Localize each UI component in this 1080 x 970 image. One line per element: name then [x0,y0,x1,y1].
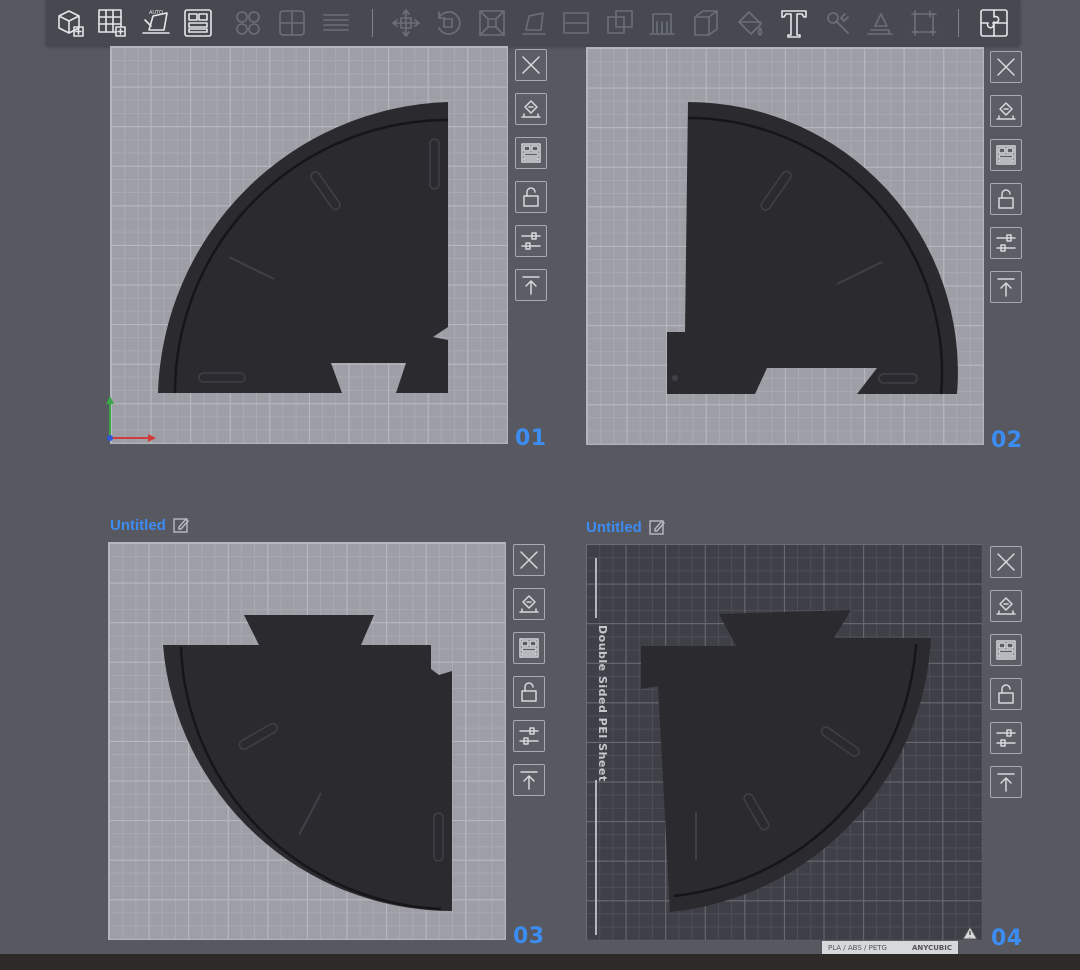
stack-disabled-icon[interactable] [318,5,354,41]
lock-plate-icon[interactable] [513,676,545,708]
box-icon[interactable] [688,5,724,41]
paint-icon[interactable] [732,5,768,41]
arrange-plate-icon[interactable] [990,139,1022,171]
plate-name-label: Untitled [586,518,642,536]
measure-icon[interactable] [906,5,942,41]
model-part[interactable] [109,543,505,939]
move-to-top-icon[interactable] [513,764,545,796]
support-icon[interactable] [644,5,680,41]
build-plate-1[interactable] [110,46,508,444]
plate-name-label: Untitled [110,516,166,534]
svg-text:AUTO: AUTO [149,10,163,16]
brand-label: ANYCUBIC [912,943,952,952]
arrange-disabled-icon[interactable] [230,5,266,41]
plate-number: 04 [991,926,1023,951]
top-toolbar: AUTO [46,0,1020,46]
material-label: PLA / ABS / PETG [828,943,887,952]
merge-icon[interactable] [602,5,638,41]
close-plate-icon[interactable] [990,51,1022,83]
text-tool-icon[interactable] [776,5,812,41]
plate-settings-icon[interactable] [513,720,545,752]
sheet-label: Double Sided PEI Sheet [596,625,609,782]
sheet-rule [595,780,597,935]
plate-settings-icon[interactable] [990,227,1022,259]
close-plate-icon[interactable] [990,546,1022,578]
plate-settings-icon[interactable] [990,722,1022,754]
model-part[interactable] [111,47,507,443]
toolbar-divider [958,9,959,37]
toolbar-divider [372,9,373,37]
arrange-plate-icon[interactable] [515,137,547,169]
lock-plate-icon[interactable] [990,183,1022,215]
auto-arrange-icon[interactable]: AUTO [138,5,174,41]
sheet-badge: PLA / ABS / PETG ANYCUBIC [822,941,958,954]
edit-name-icon[interactable] [648,518,666,536]
arrange-plate-icon[interactable] [513,632,545,664]
lock-plate-icon[interactable] [990,678,1022,710]
scale-icon[interactable] [474,5,510,41]
plate-settings-icon[interactable] [515,225,547,257]
arrange-plate-icon[interactable] [990,634,1022,666]
add-plate-grid-icon[interactable] [94,5,130,41]
axis-gizmo [106,396,156,442]
edit-name-icon[interactable] [172,516,190,534]
sheet-rule [595,558,597,618]
build-plate-2[interactable] [586,47,984,445]
repair-icon[interactable] [820,5,856,41]
build-plate-3[interactable] [108,542,506,940]
plate-number: 03 [513,924,545,949]
lay-flat-icon[interactable] [516,5,552,41]
plate-name[interactable]: Untitled [110,516,190,534]
model-part[interactable] [587,48,983,444]
slice-plate-icon[interactable] [990,590,1022,622]
bottom-strip [0,954,1080,970]
move-icon[interactable] [388,5,424,41]
slice-plate-icon[interactable] [990,95,1022,127]
lock-plate-icon[interactable] [515,181,547,213]
slice-plate-icon[interactable] [513,588,545,620]
drop-icon[interactable] [862,5,898,41]
cut-icon[interactable] [558,5,594,41]
plate-layout-icon[interactable] [180,5,216,41]
rotate-icon[interactable] [430,5,466,41]
move-to-top-icon[interactable] [990,766,1022,798]
plate-number: 02 [991,428,1023,453]
add-object-icon[interactable] [52,5,88,41]
plate-name[interactable]: Untitled [586,518,666,536]
move-to-top-icon[interactable] [515,269,547,301]
move-to-top-icon[interactable] [990,271,1022,303]
slice-plate-icon[interactable] [515,93,547,125]
puzzle-icon[interactable] [976,5,1012,41]
model-part[interactable] [586,544,982,940]
plate-number: 01 [515,426,547,451]
close-plate-icon[interactable] [513,544,545,576]
close-plate-icon[interactable] [515,49,547,81]
puzzle-layout-disabled-icon[interactable] [274,5,310,41]
warning-icon [962,926,978,940]
build-plate-4[interactable] [585,543,983,941]
